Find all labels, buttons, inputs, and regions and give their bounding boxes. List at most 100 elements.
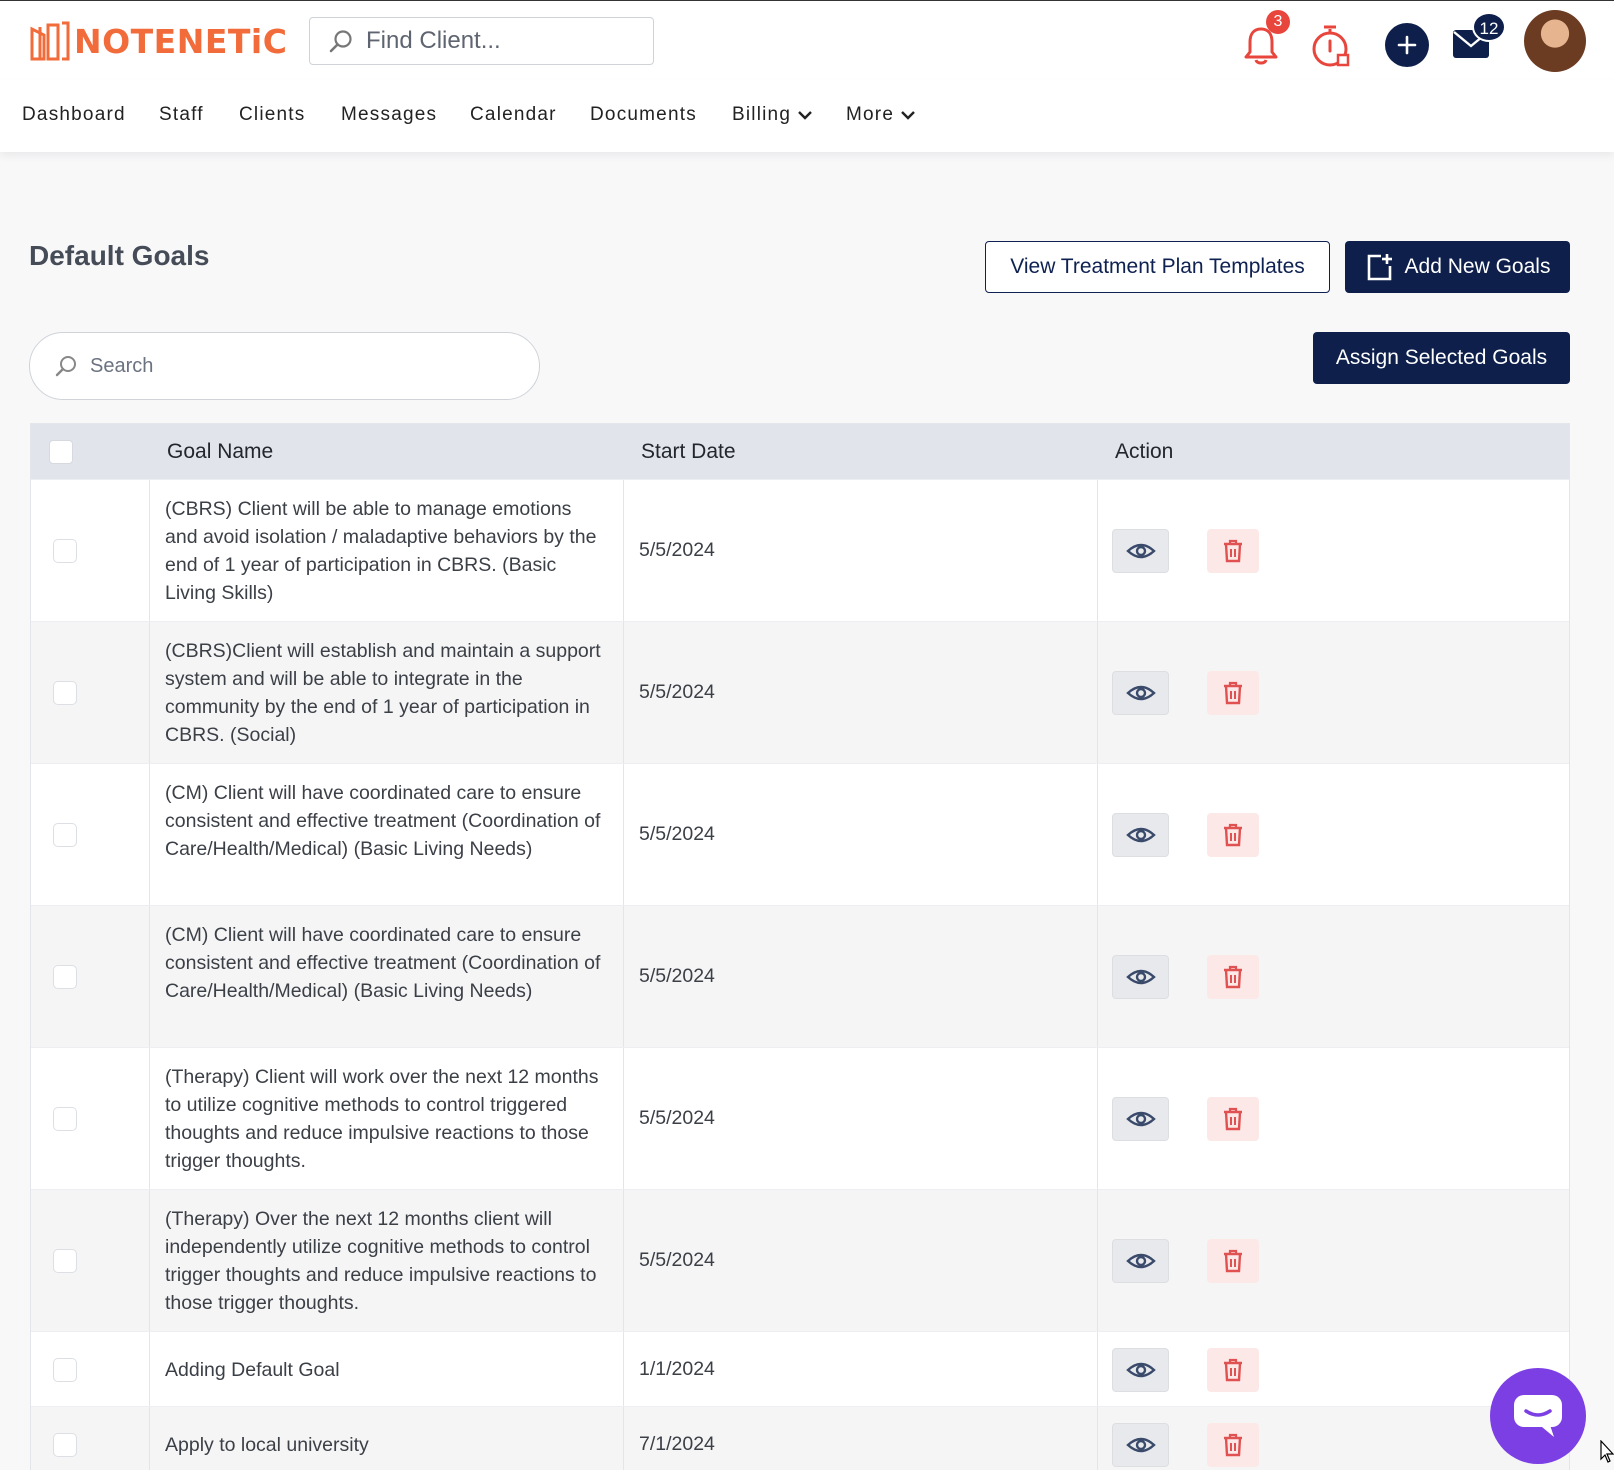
goal-search-field[interactable]	[29, 332, 540, 400]
row-select-checkbox[interactable]	[53, 539, 77, 563]
goal-search-input[interactable]	[90, 354, 490, 378]
trash-icon	[1224, 1249, 1242, 1273]
trash-icon	[1224, 539, 1242, 563]
nav-label: Clients	[239, 104, 306, 125]
view-goal-button[interactable]	[1112, 1239, 1169, 1283]
brand-name: NOTENETiC	[74, 21, 288, 61]
chevron-down-icon	[798, 111, 812, 120]
add-new-goals-button[interactable]: Add New Goals	[1345, 241, 1570, 293]
column-divider	[1097, 622, 1098, 763]
view-goal-button[interactable]	[1112, 955, 1169, 999]
eye-icon	[1125, 969, 1156, 985]
main-nav: Dashboard Staff Clients Messages Calenda…	[0, 80, 1614, 152]
trash-icon	[1224, 1433, 1242, 1456]
nav-documents[interactable]: Documents	[590, 104, 697, 126]
row-select-checkbox[interactable]	[53, 1357, 77, 1382]
view-goal-button[interactable]	[1112, 671, 1169, 715]
button-label: Assign Selected Goals	[1335, 346, 1548, 369]
eye-icon	[1125, 1437, 1156, 1452]
row-select-checkbox[interactable]	[53, 1107, 77, 1131]
column-divider	[1097, 1048, 1098, 1189]
delete-goal-button[interactable]	[1207, 671, 1259, 715]
view-goal-button[interactable]	[1112, 1422, 1169, 1467]
search-icon	[329, 30, 352, 53]
delete-goal-button[interactable]	[1207, 813, 1259, 857]
eye-icon	[1125, 1111, 1156, 1127]
column-divider	[1097, 1407, 1098, 1470]
delete-goal-button[interactable]	[1207, 1422, 1259, 1467]
row-select-checkbox[interactable]	[53, 1432, 77, 1457]
row-select-checkbox[interactable]	[53, 681, 77, 705]
eye-icon	[1125, 1253, 1156, 1269]
button-label: Add New Goals	[1404, 255, 1551, 278]
quick-add-button[interactable]	[1385, 23, 1429, 67]
start-date: 5/5/2024	[639, 539, 715, 561]
messages-badge: 12	[1472, 12, 1506, 42]
nav-messages[interactable]: Messages	[341, 104, 437, 126]
trash-icon	[1224, 965, 1242, 989]
column-divider	[149, 622, 150, 763]
goal-name: (CM) Client will have coordinated care t…	[165, 782, 601, 860]
column-divider	[623, 480, 624, 621]
view-goal-button[interactable]	[1112, 813, 1169, 857]
delete-goal-button[interactable]	[1207, 529, 1259, 573]
column-divider	[149, 480, 150, 621]
add-document-icon	[1367, 254, 1392, 281]
start-date: 5/5/2024	[639, 1107, 715, 1129]
select-all-checkbox[interactable]	[49, 440, 73, 464]
mouse-cursor-icon	[1600, 1440, 1614, 1463]
assign-selected-goals-button[interactable]: Assign Selected Goals	[1313, 332, 1570, 384]
start-date: 5/5/2024	[639, 1249, 715, 1271]
nav-billing[interactable]: Billing	[732, 104, 813, 126]
table-row: (CBRS) Client will be able to manage emo…	[31, 479, 1569, 621]
view-goal-button[interactable]	[1112, 1347, 1169, 1392]
delete-goal-button[interactable]	[1207, 1239, 1259, 1283]
nav-dashboard[interactable]: Dashboard	[22, 104, 126, 126]
column-divider	[1097, 1190, 1098, 1331]
find-client-input[interactable]	[366, 27, 636, 55]
row-select-checkbox[interactable]	[53, 1249, 77, 1273]
eye-icon	[1125, 827, 1156, 843]
nav-label: Documents	[590, 104, 697, 125]
row-select-checkbox[interactable]	[53, 823, 77, 847]
column-divider	[1097, 906, 1098, 1047]
chat-launcher-button[interactable]	[1490, 1368, 1586, 1464]
column-divider	[149, 906, 150, 1047]
column-header-goal-name: Goal Name	[167, 439, 274, 463]
notifications-button[interactable]: 3	[1242, 10, 1290, 69]
timer-button[interactable]	[1310, 23, 1354, 69]
column-divider	[1097, 480, 1098, 621]
goal-name: Apply to local university	[165, 1433, 369, 1456]
eye-icon	[1125, 543, 1156, 559]
row-select-checkbox[interactable]	[53, 965, 77, 989]
column-divider	[623, 622, 624, 763]
column-divider	[1097, 1332, 1098, 1406]
timer-icon	[1312, 25, 1350, 67]
column-header-action: Action	[1115, 439, 1174, 463]
nav-calendar[interactable]: Calendar	[470, 104, 557, 126]
start-date: 7/1/2024	[639, 1432, 715, 1455]
nav-label: Calendar	[470, 104, 557, 125]
nav-staff[interactable]: Staff	[159, 104, 204, 126]
table-header: Goal Name Start Date Action	[31, 424, 1569, 479]
delete-goal-button[interactable]	[1207, 1347, 1259, 1392]
trash-icon	[1224, 1358, 1242, 1381]
nav-label: Messages	[341, 104, 438, 125]
table-row: Apply to local university 7/1/2024	[31, 1406, 1569, 1470]
messages-button[interactable]: 12	[1452, 12, 1506, 61]
nav-more[interactable]: More	[846, 104, 916, 126]
find-client-field[interactable]	[309, 17, 654, 65]
delete-goal-button[interactable]	[1207, 955, 1259, 999]
start-date: 5/5/2024	[639, 681, 715, 703]
view-goal-button[interactable]	[1112, 529, 1169, 573]
column-divider	[149, 1332, 150, 1406]
nav-clients[interactable]: Clients	[239, 104, 305, 126]
view-treatment-plan-templates-button[interactable]: View Treatment Plan Templates	[985, 241, 1330, 293]
brand-logo[interactable]: NOTENETiC	[28, 17, 287, 65]
view-goal-button[interactable]	[1112, 1097, 1169, 1141]
nav-label: More	[846, 104, 895, 125]
delete-goal-button[interactable]	[1207, 1097, 1259, 1141]
user-avatar[interactable]	[1524, 10, 1586, 72]
column-divider	[149, 1048, 150, 1189]
table-row: Adding Default Goal 1/1/2024	[31, 1331, 1569, 1406]
